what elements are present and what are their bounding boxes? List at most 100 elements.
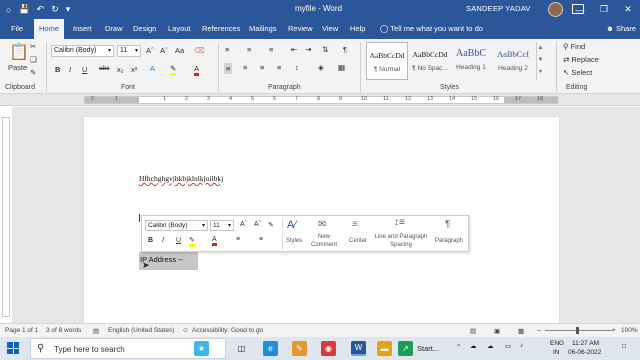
style-no-spacing[interactable]: AaBbCcDd ¶ No Spac...: [409, 42, 451, 80]
zoom-slider[interactable]: [545, 330, 613, 331]
search-highlight-icon[interactable]: ★: [194, 341, 209, 356]
document-line-1[interactable]: Hfhchghgvjhkbjklnlkjoilbkj: [139, 174, 223, 183]
network-icon[interactable]: ☁: [470, 342, 477, 350]
mini-italic-button[interactable]: I: [162, 237, 164, 244]
font-size-dropdown[interactable]: 11 ▾: [117, 45, 141, 57]
grow-font-button[interactable]: Aˆ: [146, 46, 154, 55]
tab-references[interactable]: References: [197, 19, 245, 39]
zoom-slider-handle[interactable]: [576, 327, 579, 334]
paste-button[interactable]: Paste: [8, 63, 27, 72]
find-button[interactable]: ⚲ Find: [563, 42, 585, 51]
style-normal[interactable]: AaBbCcDd ¶ Normal: [366, 42, 408, 80]
mini-styles-label[interactable]: Styles: [282, 238, 306, 244]
autosave-toggle[interactable]: ○: [6, 5, 11, 15]
file-explorer-icon[interactable]: ▬: [377, 341, 392, 356]
tab-draw[interactable]: Draw: [100, 19, 128, 39]
customize-quick-access-icon[interactable]: ▾: [66, 4, 71, 15]
center-label[interactable]: Center: [344, 238, 372, 244]
paragraph-label[interactable]: Paragraph: [432, 238, 466, 244]
shrink-font-button[interactable]: Aˇ: [160, 46, 168, 55]
mini-numbering-icon[interactable]: ≡: [259, 236, 263, 243]
stocks-icon[interactable]: ↗: [398, 341, 413, 356]
tell-me-search[interactable]: ◯ Tell me what you want to do: [380, 24, 483, 33]
zoom-out-icon[interactable]: –: [537, 327, 541, 334]
style-heading-1[interactable]: AaBbC Heading 1: [450, 42, 492, 80]
web-layout-icon[interactable]: ▩: [518, 327, 524, 335]
restore-button[interactable]: ❐: [592, 0, 616, 19]
ruler-track[interactable]: 2 1 1 2 3 4 5 6 7 8 9 10 11 12 13 14 15 …: [84, 96, 558, 104]
notifications-icon[interactable]: □: [622, 343, 626, 350]
select-button[interactable]: ↖ Select: [563, 68, 592, 77]
copy-icon[interactable]: ❏: [30, 55, 37, 64]
zoom-level[interactable]: 100%: [621, 327, 638, 334]
stocks-widget-label[interactable]: Start...: [417, 344, 439, 353]
tab-insert[interactable]: Insert: [68, 19, 97, 39]
tab-design[interactable]: Design: [128, 19, 161, 39]
style-heading-2[interactable]: AaBbCcI Heading 2: [492, 42, 534, 80]
volume-icon[interactable]: ♪: [520, 342, 523, 349]
mini-grow-font-button[interactable]: Aˆ: [240, 221, 247, 228]
windows-start-icon[interactable]: [7, 342, 19, 354]
tab-file[interactable]: File: [6, 19, 28, 39]
subscript-button[interactable]: x₂: [117, 65, 124, 74]
tab-review[interactable]: Review: [283, 19, 318, 39]
app-icon[interactable]: ◉: [321, 341, 336, 356]
word-count[interactable]: 3 of 8 words: [46, 327, 81, 334]
bullets-icon[interactable]: ≡: [225, 45, 229, 54]
tab-layout[interactable]: Layout: [163, 19, 196, 39]
paint-icon[interactable]: ✎: [292, 341, 307, 356]
avatar[interactable]: [548, 2, 563, 17]
numbering-icon[interactable]: ≡: [247, 45, 251, 54]
decrease-indent-icon[interactable]: ⇤: [291, 45, 297, 54]
zoom-in-icon[interactable]: +: [612, 327, 616, 334]
save-icon[interactable]: 💾: [18, 4, 29, 15]
mini-font-dropdown[interactable]: Calibri (Body) ▾: [145, 220, 208, 231]
styles-gallery-scroll[interactable]: ▲ ▼ ▾: [536, 42, 544, 80]
justify-icon[interactable]: ≡: [277, 63, 281, 72]
replace-button[interactable]: ⇄ Replace: [563, 55, 599, 64]
minimize-button[interactable]: —: [568, 0, 592, 19]
mini-format-painter-icon[interactable]: ✎: [268, 221, 274, 229]
clock-time[interactable]: 11:27 AM: [572, 340, 599, 347]
text-effects-icon[interactable]: A: [150, 64, 155, 73]
print-layout-icon[interactable]: ▣: [494, 327, 500, 335]
align-right-icon[interactable]: ≡: [260, 63, 264, 72]
increase-indent-icon[interactable]: ⇥: [305, 45, 311, 54]
multilevel-list-icon[interactable]: ≡: [269, 45, 273, 54]
task-view-icon[interactable]: ◫: [234, 341, 249, 356]
font-color-button[interactable]: A: [194, 64, 200, 76]
change-case-button[interactable]: Aa: [175, 46, 184, 55]
italic-button[interactable]: I: [69, 65, 71, 74]
tab-home[interactable]: Home: [34, 19, 65, 39]
bold-button[interactable]: B: [55, 65, 60, 74]
styles-icon[interactable]: A∕: [287, 219, 296, 231]
onedrive-icon[interactable]: ☁: [487, 342, 494, 350]
input-language[interactable]: ENG: [550, 340, 564, 347]
mini-bold-button[interactable]: B: [148, 237, 153, 244]
mini-highlight-icon[interactable]: ✎: [189, 236, 195, 247]
clock-date[interactable]: 06-06-2022: [568, 349, 601, 356]
line-spacing-label[interactable]: Line and Paragraph Spacing: [372, 233, 430, 249]
align-center-icon[interactable]: ≡: [243, 63, 247, 72]
highlight-icon[interactable]: ✎: [170, 64, 177, 76]
language-status[interactable]: English (United States): [108, 327, 174, 334]
mini-shrink-font-button[interactable]: Aˇ: [254, 221, 261, 228]
tab-view[interactable]: View: [317, 19, 343, 39]
line-spacing-icon[interactable]: ↕≡: [394, 217, 405, 228]
vertical-ruler[interactable]: [2, 117, 10, 317]
clear-formatting-icon[interactable]: ⌫: [194, 46, 205, 55]
mini-underline-button[interactable]: U: [176, 237, 181, 244]
mini-font-color-button[interactable]: A: [212, 236, 217, 246]
paste-icon[interactable]: 📋: [9, 42, 29, 62]
input-region[interactable]: IN: [553, 349, 560, 356]
shading-icon[interactable]: ◈: [318, 63, 324, 72]
new-comment-label[interactable]: New Comment: [308, 233, 340, 249]
close-button[interactable]: ✕: [616, 0, 640, 19]
superscript-button[interactable]: x²: [131, 65, 137, 74]
font-name-dropdown[interactable]: Calibri (Body) ▾: [51, 45, 114, 57]
display-icon[interactable]: ▭: [505, 342, 511, 350]
mini-bullets-icon[interactable]: ≡: [236, 236, 240, 243]
accessibility-status[interactable]: Accessibility: Good to go: [192, 327, 263, 334]
format-painter-icon[interactable]: ✎: [30, 68, 36, 77]
redo-icon[interactable]: ↻: [51, 4, 59, 15]
